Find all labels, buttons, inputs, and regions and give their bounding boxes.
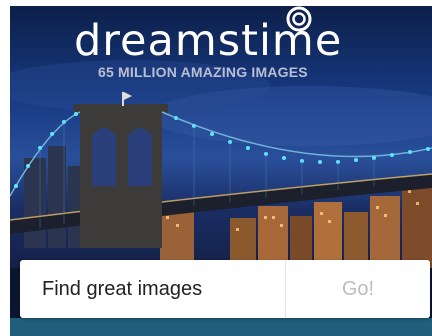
go-button[interactable]: Go! bbox=[285, 260, 430, 318]
swirl-icon bbox=[286, 6, 312, 32]
search-bar: Go! bbox=[20, 260, 430, 318]
tagline: 65 MILLION AMAZING IMAGES bbox=[98, 64, 308, 80]
dreamstime-ad-banner[interactable]: dreamstime 65 MILLION AMAZING IMAGES Go! bbox=[10, 6, 432, 336]
search-input[interactable] bbox=[20, 260, 285, 318]
